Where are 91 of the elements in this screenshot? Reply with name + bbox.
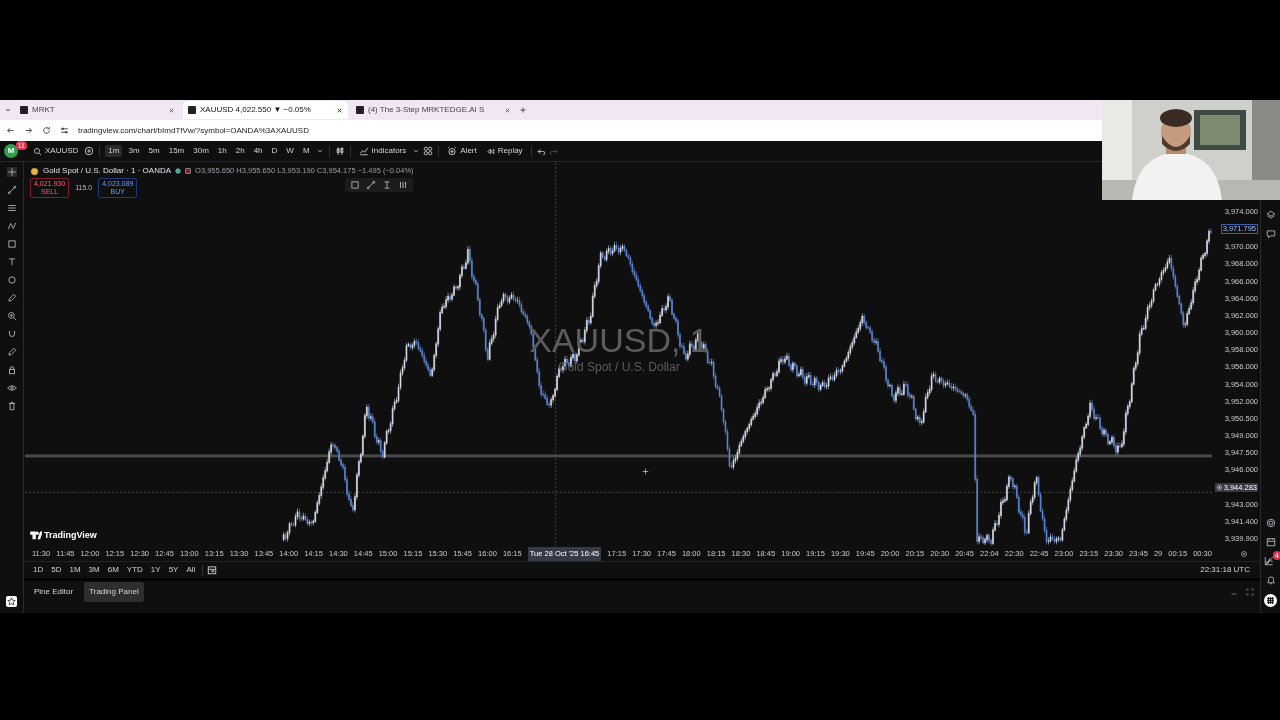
- add-alert-icon[interactable]: [1215, 483, 1223, 491]
- back-icon[interactable]: [6, 126, 15, 135]
- forward-icon[interactable]: [24, 126, 33, 135]
- close-icon[interactable]: [168, 106, 175, 114]
- site-settings-icon[interactable]: [60, 126, 69, 135]
- lock-icon[interactable]: [6, 365, 17, 375]
- trash-icon[interactable]: [6, 401, 17, 411]
- pattern-icon[interactable]: [6, 221, 17, 231]
- interval-button[interactable]: 4h: [250, 145, 266, 157]
- rectangle-icon[interactable]: [350, 180, 360, 190]
- text-tool-icon[interactable]: [6, 257, 17, 267]
- range-button[interactable]: YTD: [123, 563, 146, 577]
- indicators-icon: [358, 146, 369, 156]
- caret-icon[interactable]: [412, 147, 421, 155]
- indicators-button[interactable]: Indicators: [355, 144, 410, 158]
- interval-button[interactable]: 3m: [125, 145, 143, 157]
- apps-button[interactable]: [1264, 594, 1277, 607]
- layouts-icon[interactable]: [423, 146, 434, 156]
- range-button[interactable]: 1D: [30, 563, 47, 577]
- web-chart-icon[interactable]: [1264, 556, 1274, 566]
- range-button[interactable]: 5Y: [165, 563, 182, 577]
- panel-tab[interactable]: Trading Panel: [84, 581, 144, 602]
- line-tool-icon[interactable]: [366, 180, 376, 190]
- candles-icon[interactable]: [334, 146, 345, 156]
- browser-tab[interactable]: (4) The 3-Step MRKTEDGE.AI S: [351, 101, 516, 119]
- rectangle-icon[interactable]: [6, 239, 17, 249]
- search-icon: [33, 146, 42, 156]
- zoom-icon[interactable]: [6, 311, 17, 321]
- range-button[interactable]: 5D: [48, 563, 65, 577]
- logo-text: TradingView: [44, 528, 97, 542]
- url-text[interactable]: tradingview.com/chart/bImdTfVw/?symbol=OANDA%3AXAUUSD: [78, 124, 309, 137]
- interval-button[interactable]: D: [268, 145, 281, 157]
- range-button[interactable]: 1M: [66, 563, 84, 577]
- undo-icon[interactable]: [536, 146, 546, 156]
- compare-icon[interactable]: [84, 146, 95, 156]
- cursor-icon: [641, 467, 650, 476]
- alarm-icon: [447, 146, 458, 156]
- chart-settings-icon[interactable]: [1240, 550, 1248, 558]
- interval-button[interactable]: 2h: [232, 145, 248, 157]
- interval-button[interactable]: 15m: [165, 145, 188, 157]
- magnet-icon[interactable]: [6, 329, 17, 339]
- interval-button[interactable]: M: [299, 145, 313, 157]
- ruler-icon[interactable]: [382, 180, 392, 190]
- symbol-search-button[interactable]: XAUUSD: [30, 144, 82, 158]
- close-icon[interactable]: [336, 106, 343, 114]
- coin-icon: [30, 166, 39, 176]
- layers-icon[interactable]: [1265, 210, 1276, 220]
- browser-tab[interactable]: XAUUSD 4,022.550 ▼ −0.05%: [183, 101, 348, 119]
- site-icon: [356, 106, 364, 114]
- pencil-icon[interactable]: [6, 293, 17, 303]
- interval-button[interactable]: 1h: [214, 145, 230, 157]
- line-tool-icon[interactable]: [6, 185, 17, 195]
- caret-icon[interactable]: [315, 147, 324, 155]
- crosshair-icon[interactable]: [6, 167, 17, 177]
- maximize-icon[interactable]: [1246, 587, 1254, 596]
- interval-button[interactable]: 30m: [190, 145, 212, 157]
- star-icon: [7, 597, 16, 606]
- reload-icon[interactable]: [42, 126, 51, 135]
- range-button[interactable]: 3M: [85, 563, 103, 577]
- clock-text[interactable]: 22:31:18 UTC: [1200, 564, 1260, 576]
- eye-icon[interactable]: [6, 383, 17, 393]
- interval-button[interactable]: 5m: [145, 145, 163, 157]
- new-tab-icon[interactable]: [519, 106, 527, 114]
- calendar-icon[interactable]: [1265, 537, 1276, 547]
- range-button[interactable]: 6M: [104, 563, 122, 577]
- bell-icon[interactable]: [1265, 575, 1276, 585]
- interval-button[interactable]: 1m: [105, 145, 123, 157]
- panel-tab[interactable]: Pine Editor: [29, 581, 79, 602]
- grid-icon: [1265, 595, 1276, 606]
- chat-icon[interactable]: [1265, 229, 1276, 239]
- replay-button[interactable]: Replay: [482, 144, 526, 158]
- range-button[interactable]: 1Y: [147, 563, 164, 577]
- symbol-title[interactable]: Gold Spot / U.S. Dollar · 1 · OANDA: [43, 165, 172, 177]
- replay-icon: [485, 146, 495, 156]
- pencil-icon[interactable]: [6, 347, 17, 357]
- target-icon[interactable]: [1265, 518, 1276, 528]
- close-icon[interactable]: [504, 106, 511, 114]
- site-icon: [188, 106, 196, 114]
- alert-button[interactable]: Alert: [444, 144, 480, 158]
- tab-list-icon[interactable]: [4, 106, 12, 114]
- go-to-date-icon[interactable]: [207, 565, 218, 575]
- status-dot-icon: [175, 168, 182, 174]
- status-flag-icon: [185, 168, 192, 174]
- browser-tab[interactable]: MRKT: [15, 101, 180, 119]
- interval-button[interactable]: W: [283, 145, 297, 157]
- watchlist-button[interactable]: [6, 596, 17, 607]
- lines-icon[interactable]: [6, 203, 17, 213]
- logo-icon: [30, 529, 42, 542]
- range-button[interactable]: All: [183, 563, 199, 577]
- site-icon: [20, 106, 28, 114]
- circle-icon[interactable]: [6, 275, 17, 285]
